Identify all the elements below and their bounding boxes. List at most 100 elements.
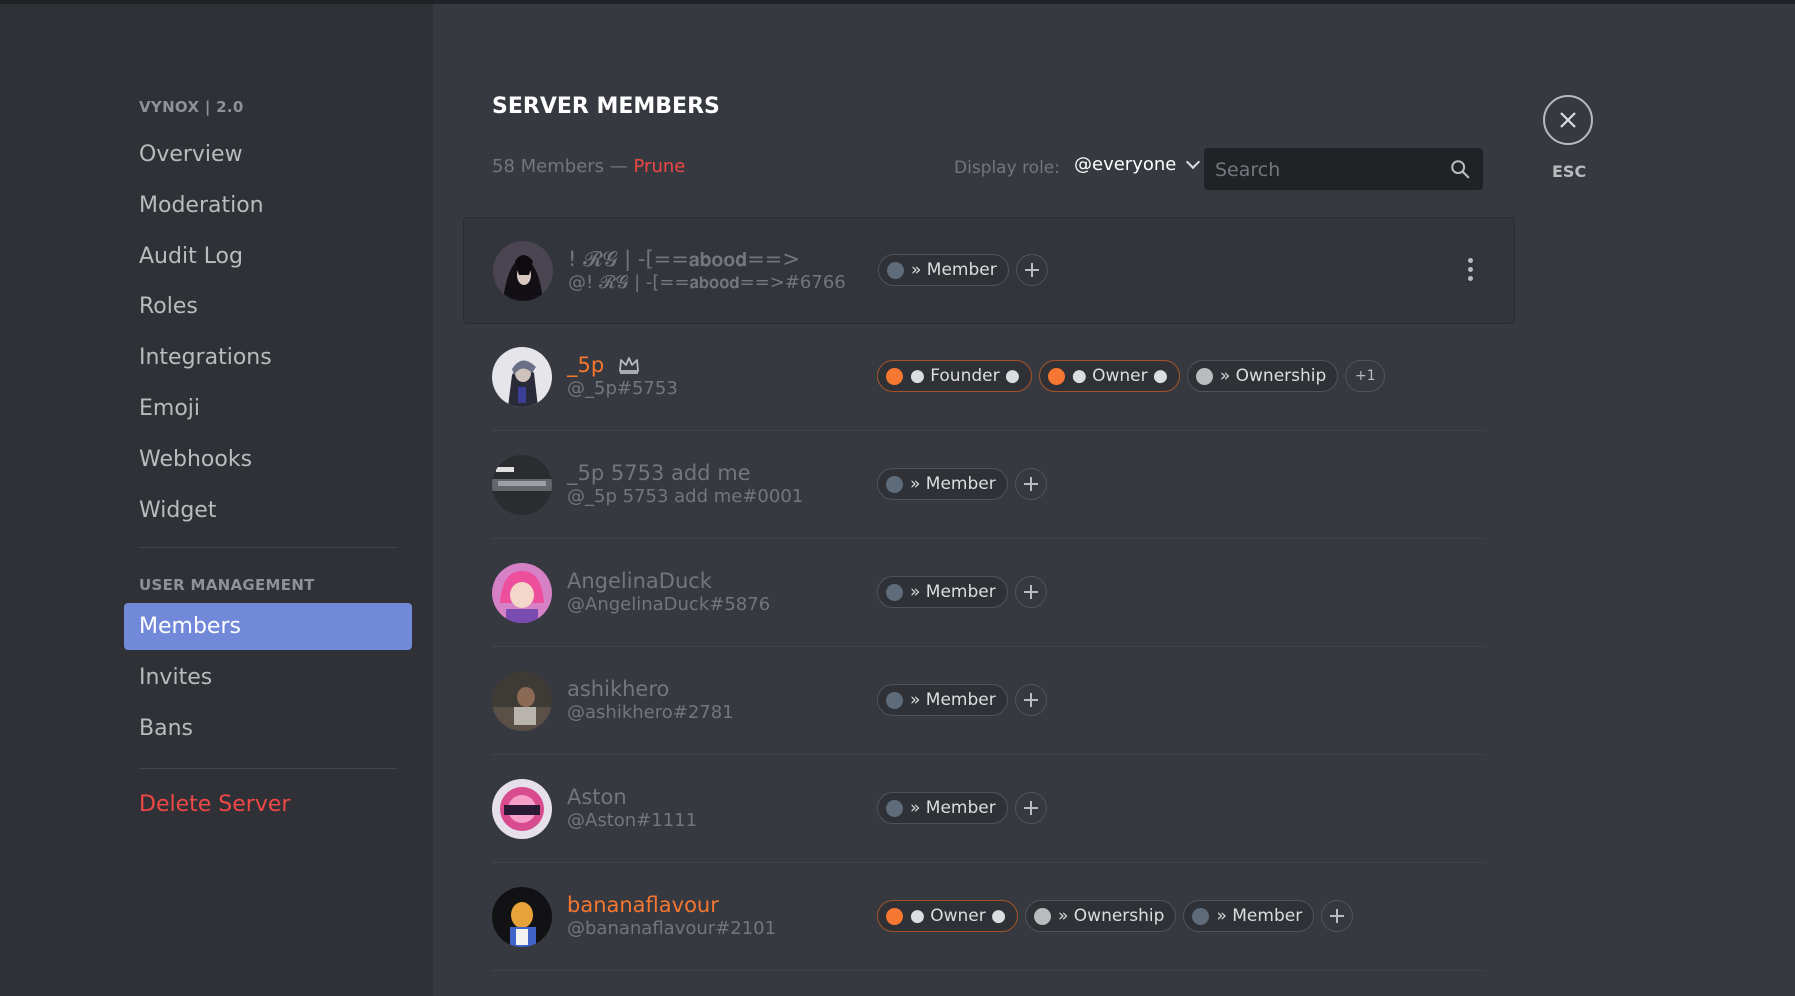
role-color-dot [887, 261, 904, 279]
member-tag: @_5p 5753 add me#0001 [567, 486, 804, 507]
row-divider [492, 430, 1485, 431]
user-management-header: USER MANAGEMENT [139, 576, 315, 594]
member-tag: @bananaflavour#2101 [567, 918, 777, 939]
role-label: » Member [910, 798, 996, 818]
more-roles-badge[interactable]: +1 [1345, 360, 1386, 392]
role-color-dot [1033, 907, 1051, 925]
member-display-name: bananaflavour [567, 893, 719, 917]
sidebar-item-moderation[interactable]: Moderation [124, 182, 412, 229]
role-label: ● Owner ● [1071, 366, 1168, 386]
role-label: » Member [910, 582, 996, 602]
member-count-text: 58 Members — [492, 156, 634, 177]
sidebar-item-bans[interactable]: Bans [124, 705, 412, 752]
role-color-dot [1047, 367, 1065, 385]
display-role-value: @everyone [1074, 154, 1177, 175]
member-count: 58 Members — Prune [492, 156, 685, 177]
esc-label: ESC [1552, 162, 1587, 181]
role-pill[interactable]: » Ownership [1186, 360, 1339, 392]
member-row[interactable]: _5p @_5p#5753 ● Founder ● ● Owner ● » Ow… [463, 324, 1515, 431]
display-role-dropdown[interactable]: @everyone [1074, 154, 1201, 175]
sidebar-item-widget[interactable]: Widget [124, 487, 412, 534]
members-panel: SERVER MEMBERS 58 Members — Prune Displa… [433, 4, 1795, 996]
role-color-dot [886, 583, 903, 601]
member-row[interactable]: AngelinaDuck @AngelinaDuck#5876 » Member [463, 540, 1515, 647]
member-tag: @! 𝓡𝓖 | -[==𝗮𝗯𝗼𝗼𝗱==>#6766 [568, 272, 846, 293]
role-pill[interactable]: ● Owner ● [877, 900, 1018, 932]
role-label: ● Founder ● [910, 366, 1020, 386]
page-title: SERVER MEMBERS [492, 94, 720, 119]
member-row[interactable]: bananaflavour @bananaflavour#2101 ● Owne… [463, 864, 1515, 971]
sidebar-item-overview[interactable]: Overview [124, 131, 412, 178]
role-pill[interactable]: » Member [877, 684, 1008, 716]
prune-link[interactable]: Prune [634, 156, 686, 177]
row-divider [492, 754, 1485, 755]
member-display-name: _5p 5753 add me [567, 461, 751, 485]
role-label: » Ownership [1057, 906, 1165, 926]
member-tag: @_5p#5753 [567, 378, 678, 399]
role-label: ● Owner ● [910, 906, 1006, 926]
sidebar-separator [139, 547, 397, 548]
sidebar-separator [139, 768, 397, 769]
sidebar-item-invites[interactable]: Invites [124, 654, 412, 701]
role-pill[interactable]: » Member [877, 576, 1008, 608]
member-display-name: Aston [567, 785, 627, 809]
role-pill[interactable]: » Ownership [1024, 900, 1177, 932]
add-role-button[interactable] [1014, 468, 1047, 500]
row-divider [492, 862, 1485, 863]
search-box[interactable] [1204, 148, 1483, 192]
role-pill[interactable]: » Member [877, 468, 1008, 500]
sidebar-item-audit-log[interactable]: Audit Log [124, 233, 412, 280]
add-role-button[interactable] [1014, 684, 1047, 716]
role-pill[interactable]: » Member [877, 792, 1008, 824]
add-role-button[interactable] [1321, 900, 1354, 932]
member-row[interactable]: Aston @Aston#1111 » Member [463, 756, 1515, 863]
sidebar-item-members[interactable]: Members [124, 603, 412, 650]
search-input[interactable] [1204, 148, 1447, 192]
role-pill[interactable]: » Member [878, 254, 1009, 286]
add-role-button[interactable] [1015, 254, 1048, 286]
role-pill[interactable]: » Member [1183, 900, 1315, 932]
member-display-name-text: _5p [567, 353, 605, 377]
member-row[interactable]: ! 𝓡𝓖 | -[==𝗮𝗯𝗼𝗼𝗱==> @! 𝓡𝓖 | -[==𝗮𝗯𝗼𝗼𝗱==>… [463, 217, 1515, 324]
role-label: » Member [910, 690, 996, 710]
member-row[interactable]: ashikhero @ashikhero#2781 » Member [463, 648, 1515, 755]
role-color-dot [886, 907, 903, 925]
avatar[interactable] [492, 347, 552, 407]
search-icon [1451, 160, 1470, 179]
more-options-icon[interactable] [1466, 258, 1474, 286]
close-icon [1560, 112, 1576, 128]
role-label: » Member [910, 474, 996, 494]
avatar[interactable] [493, 241, 553, 301]
avatar[interactable] [492, 455, 552, 515]
avatar[interactable] [492, 779, 552, 839]
sidebar-item-webhooks[interactable]: Webhooks [124, 436, 412, 483]
chevron-down-icon [1186, 154, 1201, 170]
member-display-name: AngelinaDuck [567, 569, 712, 593]
role-color-dot [886, 691, 903, 709]
avatar[interactable] [492, 887, 552, 947]
add-role-button[interactable] [1014, 576, 1047, 608]
avatar[interactable] [492, 671, 552, 731]
close-button[interactable] [1543, 95, 1593, 145]
sidebar-item-roles[interactable]: Roles [124, 283, 412, 330]
member-tag: @AngelinaDuck#5876 [567, 594, 771, 615]
role-pill[interactable]: ● Owner ● [1038, 360, 1180, 392]
member-row[interactable]: _5p 5753 add me @_5p 5753 add me#0001 » … [463, 432, 1515, 539]
role-color-dot [886, 475, 903, 493]
sidebar-item-integrations[interactable]: Integrations [124, 334, 412, 381]
server-name-header: VYNOX | 2.0 [139, 98, 244, 116]
role-pill[interactable]: ● Founder ● [877, 360, 1032, 392]
row-divider [492, 970, 1485, 971]
member-display-name: _5p [567, 353, 678, 377]
avatar[interactable] [492, 563, 552, 623]
role-label: » Member [911, 260, 997, 280]
role-label: » Member [1216, 906, 1303, 926]
role-label: » Ownership [1219, 366, 1327, 386]
settings-sidebar: VYNOX | 2.0 Overview Moderation Audit Lo… [0, 4, 433, 996]
member-display-name: ashikhero [567, 677, 670, 701]
add-role-button[interactable] [1014, 792, 1047, 824]
sidebar-item-emoji[interactable]: Emoji [124, 385, 412, 432]
sidebar-item-delete-server[interactable]: Delete Server [124, 781, 412, 828]
row-divider [492, 646, 1485, 647]
role-color-dot [886, 367, 903, 385]
